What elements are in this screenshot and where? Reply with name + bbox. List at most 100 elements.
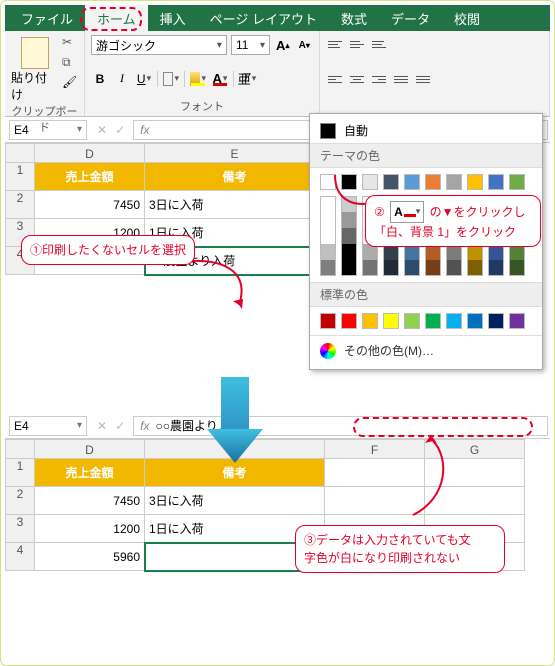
standard-swatch[interactable] xyxy=(362,313,378,329)
phonetic-button[interactable]: 亜▾ xyxy=(238,70,256,88)
italic-button[interactable]: I xyxy=(113,70,131,88)
row-header-3[interactable]: 3 xyxy=(5,515,35,543)
col-header-D[interactable]: D xyxy=(35,439,145,459)
paste-button[interactable]: 貼り付け xyxy=(11,35,58,103)
align-top-icon[interactable] xyxy=(326,35,344,53)
tab-home[interactable]: ホーム xyxy=(85,5,148,32)
tab-file[interactable]: ファイル xyxy=(9,5,85,32)
theme-swatch[interactable] xyxy=(362,174,378,190)
grow-font-icon[interactable]: A▴ xyxy=(274,36,292,54)
tab-review[interactable]: 校閲 xyxy=(442,5,492,32)
select-all-corner[interactable] xyxy=(5,439,35,459)
col-header-F[interactable]: F xyxy=(325,439,425,459)
theme-swatch[interactable] xyxy=(467,174,483,190)
standard-swatch[interactable] xyxy=(425,313,441,329)
select-all-corner[interactable] xyxy=(5,143,35,163)
enter-icon[interactable]: ✓ xyxy=(115,419,125,433)
tab-formulas[interactable]: 数式 xyxy=(329,5,379,32)
cell-D2[interactable]: 7450 xyxy=(35,191,145,219)
align-left-icon[interactable] xyxy=(326,71,344,89)
shade-swatch[interactable] xyxy=(341,244,357,260)
copy-icon[interactable] xyxy=(62,55,78,71)
standard-swatch[interactable] xyxy=(509,313,525,329)
shade-swatch[interactable] xyxy=(320,196,336,212)
shade-swatch[interactable] xyxy=(467,260,483,276)
standard-swatch[interactable] xyxy=(320,313,336,329)
tab-data[interactable]: データ xyxy=(379,5,442,32)
shade-swatch[interactable] xyxy=(383,260,399,276)
standard-swatch[interactable] xyxy=(383,313,399,329)
cell-D2[interactable]: 7450 xyxy=(35,487,145,515)
shade-swatch[interactable] xyxy=(320,212,336,228)
standard-swatch[interactable] xyxy=(488,313,504,329)
shade-swatch[interactable] xyxy=(320,244,336,260)
cut-icon[interactable] xyxy=(62,35,78,51)
standard-swatch[interactable] xyxy=(446,313,462,329)
shade-swatch[interactable] xyxy=(488,260,504,276)
underline-button[interactable]: U▾ xyxy=(135,70,153,88)
theme-swatch[interactable] xyxy=(425,174,441,190)
theme-swatch[interactable] xyxy=(488,174,504,190)
shrink-font-icon[interactable]: A▾ xyxy=(296,36,314,54)
cell-E2[interactable]: 3日に入荷 xyxy=(145,191,325,219)
align-middle-icon[interactable] xyxy=(348,35,366,53)
font-name-combo[interactable]: 游ゴシック▾ xyxy=(91,35,227,55)
align-right-icon[interactable] xyxy=(370,71,388,89)
theme-swatch[interactable] xyxy=(341,174,357,190)
header-cell-D[interactable]: 売上金額 xyxy=(35,163,145,191)
row-header-4[interactable]: 4 xyxy=(5,543,35,571)
tab-page-layout[interactable]: ページ レイアウト xyxy=(198,5,329,32)
theme-swatch[interactable] xyxy=(320,174,336,190)
shade-swatch[interactable] xyxy=(404,260,420,276)
decrease-indent-icon[interactable] xyxy=(392,71,410,89)
cell-F1[interactable] xyxy=(325,459,425,487)
header-cell-E[interactable]: 備考 xyxy=(145,459,325,487)
header-cell-D[interactable]: 売上金額 xyxy=(35,459,145,487)
shade-swatch[interactable] xyxy=(320,228,336,244)
fill-color-button[interactable]: ▾ xyxy=(189,70,207,88)
header-cell-E[interactable]: 備考 xyxy=(145,163,325,191)
format-painter-icon[interactable] xyxy=(62,75,78,91)
enter-icon[interactable]: ✓ xyxy=(115,123,125,137)
bold-button[interactable]: B xyxy=(91,70,109,88)
auto-color-row[interactable]: 自動 xyxy=(310,118,542,143)
align-bottom-icon[interactable] xyxy=(370,35,388,53)
cancel-icon[interactable]: ✕ xyxy=(97,123,107,137)
font-color-button[interactable]: A▾ xyxy=(211,70,229,88)
font-size-combo[interactable]: 11▾ xyxy=(231,35,270,55)
theme-swatch[interactable] xyxy=(404,174,420,190)
shade-swatch[interactable] xyxy=(509,260,525,276)
shade-swatch[interactable] xyxy=(341,196,357,212)
shade-swatch[interactable] xyxy=(341,228,357,244)
row-header-2[interactable]: 2 xyxy=(5,191,35,219)
row-header-2[interactable]: 2 xyxy=(5,487,35,515)
theme-swatch[interactable] xyxy=(446,174,462,190)
cell-D3[interactable]: 1200 xyxy=(35,515,145,543)
shade-swatch[interactable] xyxy=(446,260,462,276)
border-button[interactable]: ▾ xyxy=(162,70,180,88)
name-box-bottom[interactable]: E4▾ xyxy=(9,416,87,436)
cancel-icon[interactable]: ✕ xyxy=(97,419,107,433)
shade-swatch[interactable] xyxy=(362,260,378,276)
more-colors-row[interactable]: その他の色(M)… xyxy=(310,335,542,365)
increase-indent-icon[interactable] xyxy=(414,71,432,89)
row-header-1[interactable]: 1 xyxy=(5,163,35,191)
row-header-1[interactable]: 1 xyxy=(5,459,35,487)
cell-D4[interactable]: 5960 xyxy=(35,543,145,571)
cell-G1[interactable] xyxy=(425,459,525,487)
cell-E2[interactable]: 3日に入荷 xyxy=(145,487,325,515)
align-center-icon[interactable] xyxy=(348,71,366,89)
shade-swatch[interactable] xyxy=(341,260,357,276)
tab-insert[interactable]: 挿入 xyxy=(148,5,198,32)
shade-swatch[interactable] xyxy=(425,260,441,276)
formula-input-bottom[interactable]: fx ○○農園より入荷 xyxy=(133,416,548,436)
col-header-D[interactable]: D xyxy=(35,143,145,163)
cell-F2[interactable] xyxy=(325,487,425,515)
standard-swatch[interactable] xyxy=(467,313,483,329)
theme-swatch[interactable] xyxy=(383,174,399,190)
standard-swatch[interactable] xyxy=(404,313,420,329)
shade-swatch[interactable] xyxy=(341,212,357,228)
col-header-G[interactable]: G xyxy=(425,439,525,459)
standard-swatch[interactable] xyxy=(341,313,357,329)
theme-swatch[interactable] xyxy=(509,174,525,190)
